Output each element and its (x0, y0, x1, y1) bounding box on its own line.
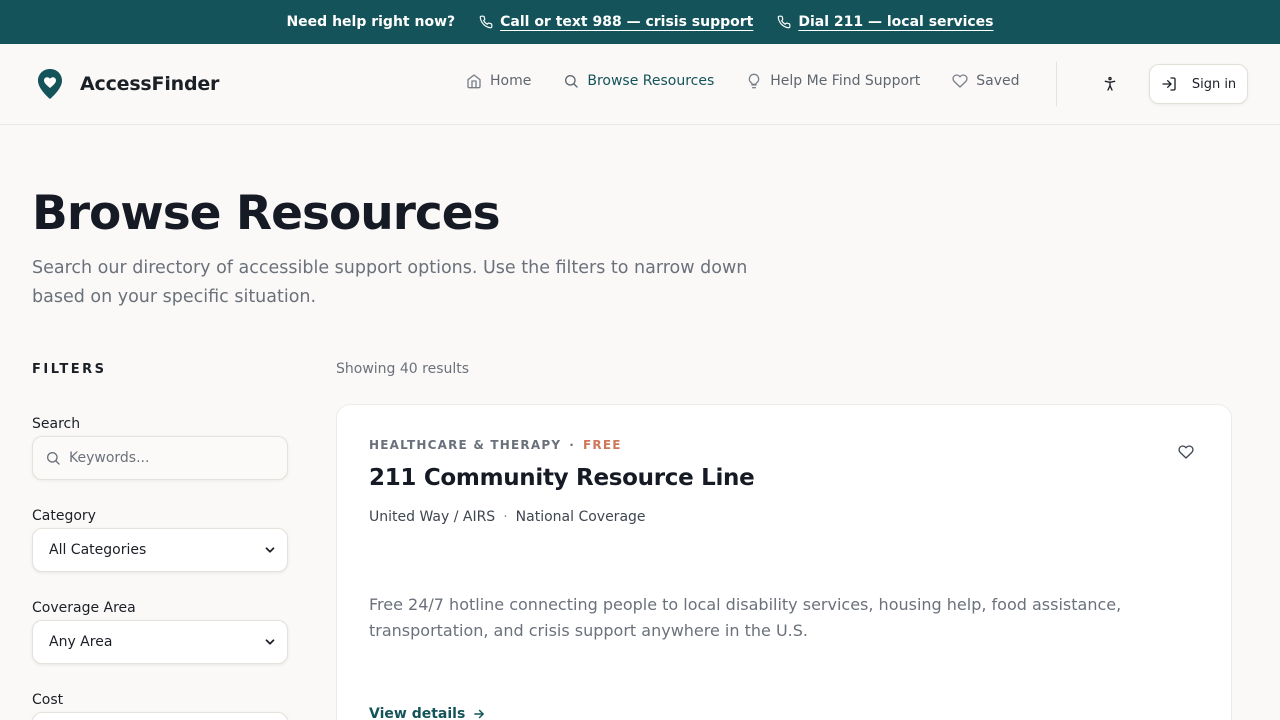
nav-help-me-find-support[interactable]: Help Me Find Support (746, 73, 920, 89)
brand-logo-link[interactable]: AccessFinder (36, 68, 219, 100)
crisis-link-211-label: Dial 211 — local services (798, 14, 994, 30)
view-details-link[interactable]: View details (369, 706, 486, 720)
site-header: AccessFinder Home Browse Resources Help … (0, 44, 1280, 125)
coverage-filter-label: Coverage Area (32, 600, 136, 616)
phone-icon (778, 15, 791, 29)
nav-help-me-find-support-label: Help Me Find Support (770, 73, 921, 89)
save-resource-button[interactable] (1175, 441, 1197, 463)
resource-description: Free 24/7 hotline connecting people to l… (369, 595, 1122, 640)
nav-saved-label: Saved (976, 73, 1020, 89)
resource-provider: United Way / AIRS (369, 509, 496, 525)
crisis-link-211[interactable]: Dial 211 — local services (777, 14, 994, 30)
arrow-right-icon (474, 709, 485, 719)
brand-name: AccessFinder (80, 73, 220, 95)
header-divider (1056, 62, 1057, 106)
sign-in-label: Sign in (1191, 76, 1237, 92)
accessibility-settings-button[interactable] (1096, 72, 1124, 96)
coverage-select-value: Any Area (49, 634, 113, 650)
results-count: Showing 40 results (336, 361, 470, 377)
nav-home-label: Home (490, 73, 532, 89)
provider-separator: · (503, 509, 508, 525)
resource-meta: HEALTHCARE & THERAPY · FREE (369, 438, 622, 452)
cost-badge: FREE (582, 438, 622, 452)
resource-card: HEALTHCARE & THERAPY · FREE 211 Communit… (336, 404, 1232, 720)
cost-filter-label: Cost (32, 692, 64, 708)
page-title: Browse Resources (32, 186, 501, 241)
accessibility-icon (1104, 76, 1116, 91)
resource-title[interactable]: 211 Community Resource Line (369, 465, 755, 491)
sign-in-icon (1162, 77, 1176, 91)
crisis-banner-lead: Need help right now? (286, 14, 456, 30)
meta-separator: · (569, 438, 575, 452)
chevron-down-icon (265, 547, 275, 553)
cost-select[interactable] (32, 712, 288, 720)
page-subtitle: Search our directory of accessible suppo… (32, 258, 748, 307)
nav-home[interactable]: Home (466, 73, 531, 89)
search-input[interactable] (69, 450, 269, 466)
nav-browse-resources-label: Browse Resources (587, 73, 715, 89)
map-pin-icon (38, 69, 62, 99)
resource-category: HEALTHCARE & THERAPY (369, 438, 562, 452)
category-filter-label: Category (32, 508, 96, 524)
search-icon (565, 75, 579, 88)
category-select-value: All Categories (49, 542, 147, 558)
crisis-link-988-label: Call or text 988 — crisis support (500, 14, 754, 30)
phone-icon (479, 15, 493, 29)
lightbulb-icon (749, 73, 760, 89)
heart-icon (1178, 445, 1194, 459)
search-icon (47, 452, 60, 465)
sign-in-button[interactable]: Sign in (1149, 64, 1248, 104)
nav-saved[interactable]: Saved (952, 73, 1020, 89)
coverage-select[interactable]: Any Area (32, 620, 288, 664)
search-filter-box (32, 436, 288, 480)
chevron-down-icon (265, 639, 275, 645)
search-filter-label: Search (32, 416, 81, 432)
filters-heading: FILTERS (32, 362, 107, 377)
nav-browse-resources[interactable]: Browse Resources (563, 73, 714, 89)
heart-icon (952, 74, 968, 88)
home-icon (467, 74, 481, 89)
resource-provider-line: United Way / AIRS · National Coverage (369, 509, 646, 525)
crisis-link-988[interactable]: Call or text 988 — crisis support (479, 14, 753, 30)
resource-coverage: National Coverage (515, 509, 646, 525)
crisis-banner: Need help right now? Call or text 988 — … (0, 0, 1280, 44)
main-nav: Home Browse Resources Help Me Find Suppo… (466, 73, 1020, 89)
category-select[interactable]: All Categories (32, 528, 288, 572)
view-details-label: View details (369, 706, 466, 720)
